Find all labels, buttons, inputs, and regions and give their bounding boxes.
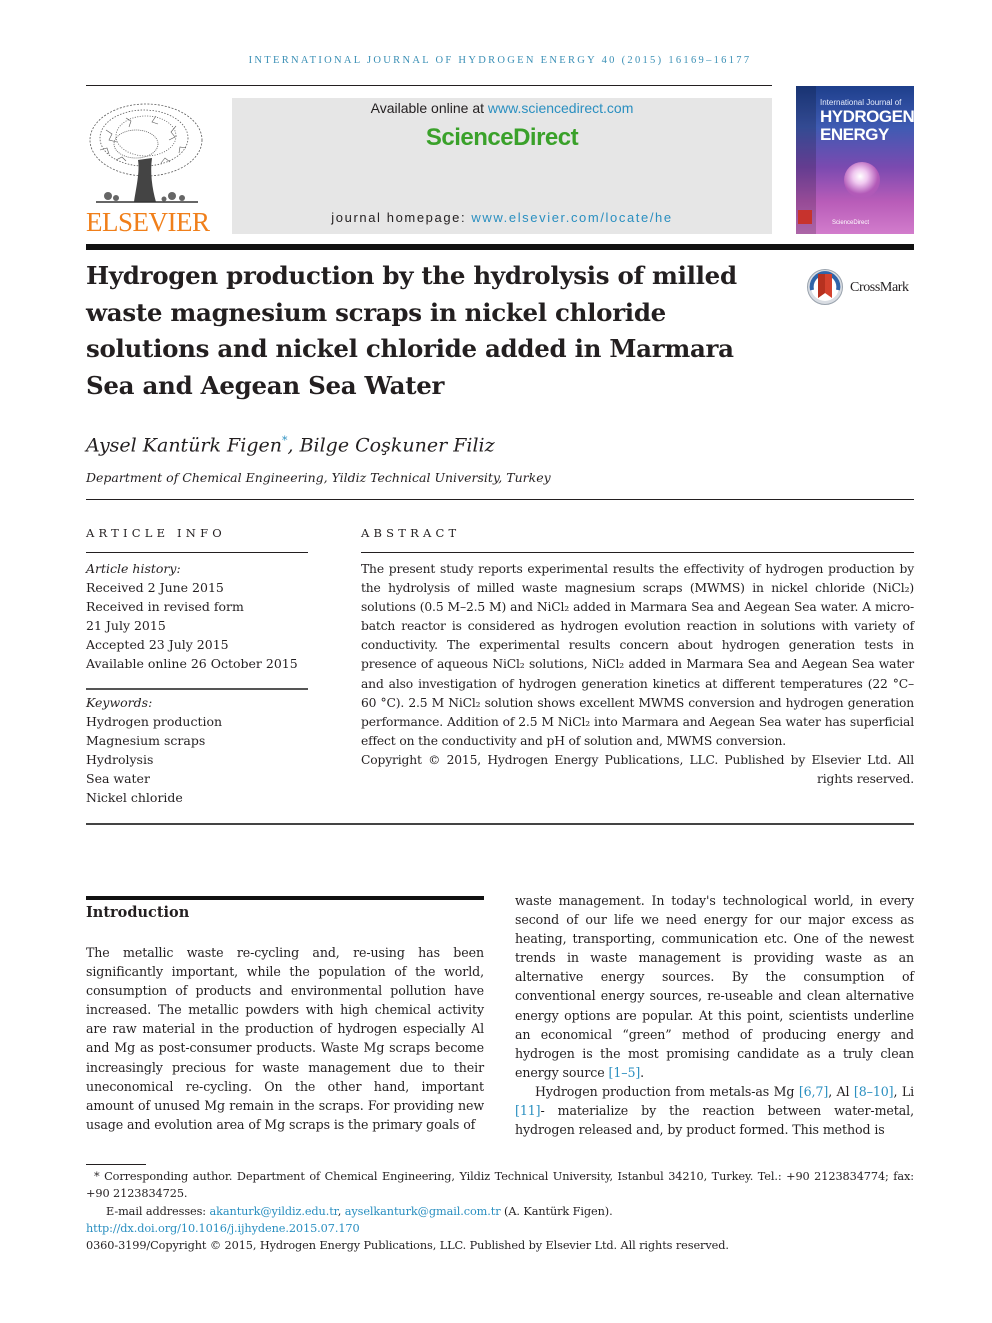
abstract-heading: ABSTRACT xyxy=(361,526,461,540)
history-item: Accepted 23 July 2015 xyxy=(86,637,229,652)
abstract-text: The present study reports experimental r… xyxy=(361,562,914,748)
running-head: INTERNATIONAL JOURNAL OF HYDROGEN ENERGY… xyxy=(248,55,752,66)
history-item: Available online 26 October 2015 xyxy=(86,656,298,671)
keywords-divider xyxy=(86,688,308,690)
doi-link[interactable]: http://dx.doi.org/10.1016/j.ijhydene.201… xyxy=(86,1222,360,1235)
footnote-rule xyxy=(86,1164,146,1165)
citation-link[interactable]: [1–5] xyxy=(609,1065,641,1080)
email-owner: (A. Kantürk Figen). xyxy=(500,1204,613,1218)
journal-homepage-link[interactable]: www.elsevier.com/locate/he xyxy=(471,210,672,225)
corresponding-author-note: * Corresponding author. Department of Ch… xyxy=(86,1170,914,1201)
citation-link[interactable]: [11] xyxy=(515,1103,541,1118)
history-item: 21 July 2015 xyxy=(86,618,166,633)
abstract-copyright: Copyright © 2015, Hydrogen Energy Public… xyxy=(361,752,914,787)
cover-badge-icon xyxy=(798,210,812,224)
paragraph-text: waste management. In today's technologic… xyxy=(515,893,914,1080)
elsevier-tree-icon xyxy=(89,103,203,203)
introduction-rule xyxy=(86,896,484,900)
email-link[interactable]: ayselkanturk@gmail.com.tr xyxy=(345,1205,501,1218)
keyword-item[interactable]: Sea water xyxy=(86,769,310,788)
affiliation-divider xyxy=(86,499,914,500)
keywords: Keywords: Hydrogen production Magnesium … xyxy=(86,693,310,807)
email-separator: , xyxy=(337,1204,345,1218)
keywords-label: Keywords: xyxy=(86,695,153,710)
body-paragraph: waste management. In today's technologic… xyxy=(515,891,914,1082)
cover-title-hydrogen: HYDROGEN xyxy=(820,107,914,126)
email-link[interactable]: akanturk@yildiz.edu.tr xyxy=(210,1205,338,1218)
history-item: Received 2 June 2015 xyxy=(86,580,224,595)
keyword-item[interactable]: Magnesium scraps xyxy=(86,731,310,750)
author-name[interactable]: Bilge Coşkuner Filiz xyxy=(300,434,495,456)
available-online-label: Available online at xyxy=(370,100,488,116)
journal-homepage: journal homepage: www.elsevier.com/locat… xyxy=(232,210,772,225)
footnotes: * Corresponding author. Department of Ch… xyxy=(86,1168,914,1254)
front-matter-divider xyxy=(86,823,914,825)
paragraph-text: , Al xyxy=(828,1083,854,1099)
sciencedirect-banner: Available online at www.sciencedirect.co… xyxy=(232,98,772,234)
paragraph-text: . xyxy=(640,1064,645,1080)
available-online: Available online at www.sciencedirect.co… xyxy=(232,100,772,116)
citation-link[interactable]: [8–10] xyxy=(854,1084,894,1099)
keyword-item[interactable]: Hydrogen production xyxy=(86,712,310,731)
body-column-left: The metallic waste re-cycling and, re-us… xyxy=(86,943,484,1134)
article-history-label: Article history: xyxy=(86,561,181,576)
article-history: Article history: Received 2 June 2015 Re… xyxy=(86,559,310,673)
sciencedirect-logo[interactable]: ScienceDirect xyxy=(232,124,772,152)
body-paragraph: Hydrogen production from metals-as Mg [6… xyxy=(515,1082,914,1139)
paragraph-text: Hydrogen production from metals-as Mg xyxy=(535,1083,799,1099)
cover-journal-prefix: International Journal of xyxy=(820,98,902,107)
journal-cover[interactable]: International Journal of HYDROGEN ENERGY… xyxy=(796,86,914,234)
body-paragraph: The metallic waste re-cycling and, re-us… xyxy=(86,945,484,1132)
crossmark-icon xyxy=(807,269,843,305)
introduction-heading: Introduction xyxy=(86,904,190,921)
citation-link[interactable]: [6,7] xyxy=(799,1084,828,1099)
email-addresses: E-mail addresses: akanturk@yildiz.edu.tr… xyxy=(86,1203,914,1220)
abstract-body: The present study reports experimental r… xyxy=(361,560,914,789)
header-divider xyxy=(86,244,914,250)
paragraph-text: - materialize by the reaction between wa… xyxy=(515,1103,914,1138)
top-rule xyxy=(86,85,772,86)
article-info-heading: ARTICLE INFO xyxy=(86,526,226,540)
author-name[interactable]: Aysel Kantürk Figen xyxy=(86,434,282,456)
body-column-right: waste management. In today's technologic… xyxy=(515,891,914,1139)
crossmark-label: CrossMark xyxy=(850,280,909,295)
author-separator: , xyxy=(287,434,300,457)
keyword-item[interactable]: Nickel chloride xyxy=(86,788,310,807)
article-title: Hydrogen production by the hydrolysis of… xyxy=(86,261,737,400)
sciencedirect-link[interactable]: www.sciencedirect.com xyxy=(488,100,634,116)
elsevier-wordmark: ELSEVIER xyxy=(86,207,210,237)
abstract-divider xyxy=(361,552,914,553)
cover-sciencedirect: ScienceDirect xyxy=(832,220,870,226)
journal-homepage-label: journal homepage: xyxy=(331,210,472,225)
elsevier-logo[interactable]: ELSEVIER xyxy=(86,96,210,236)
history-item: Received in revised form xyxy=(86,599,244,614)
keyword-item[interactable]: Hydrolysis xyxy=(86,750,310,769)
article-info-divider xyxy=(86,552,308,553)
paragraph-text: , Li xyxy=(893,1083,915,1099)
crossmark-button[interactable]: CrossMark xyxy=(806,268,916,310)
author-list: Aysel Kantürk Figen*, Bilge Coşkuner Fil… xyxy=(86,434,495,456)
issn-copyright: 0360-3199/Copyright © 2015, Hydrogen Ene… xyxy=(86,1239,729,1253)
cover-orb-graphic xyxy=(844,162,880,198)
cover-title-energy: ENERGY xyxy=(820,125,889,144)
author-affiliation: Department of Chemical Engineering, Yild… xyxy=(86,470,551,485)
email-label: E-mail addresses: xyxy=(106,1204,210,1218)
